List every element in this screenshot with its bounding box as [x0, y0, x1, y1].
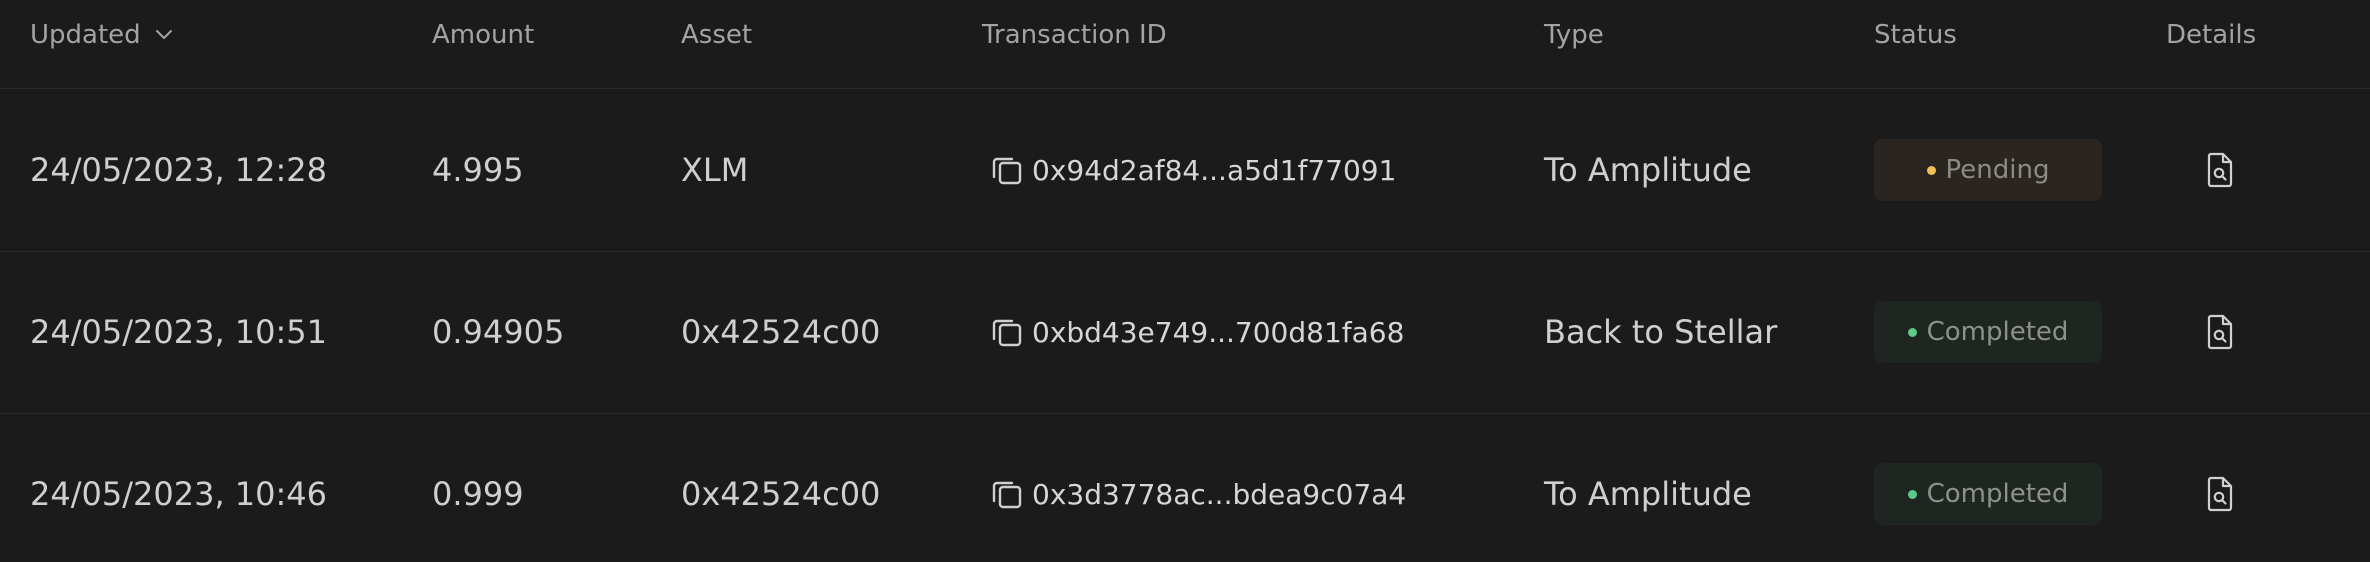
- document-search-icon[interactable]: [2200, 474, 2240, 514]
- transactions-table: Updated Amount Asset Transaction ID Type…: [0, 0, 2370, 562]
- status-dot: [1907, 489, 1917, 499]
- type-cell: To Amplitude: [1544, 151, 1752, 189]
- copy-icon[interactable]: [990, 315, 1024, 349]
- updated-cell: 24/05/2023, 10:46: [30, 475, 327, 513]
- status-dot: [1926, 165, 1936, 175]
- amount-cell: 0.999: [432, 475, 524, 513]
- copy-icon[interactable]: [990, 477, 1024, 511]
- details-cell: [2200, 251, 2240, 413]
- status-badge: Completed: [1874, 301, 2102, 363]
- status-cell: Pending: [1874, 89, 2102, 251]
- column-header-type: Type: [1544, 20, 1604, 50]
- amount-cell: 4.995: [432, 151, 524, 189]
- updated-cell: 24/05/2023, 10:51: [30, 313, 327, 351]
- type-cell: Back to Stellar: [1544, 313, 1778, 351]
- asset-cell: XLM: [681, 151, 749, 189]
- status-label: Completed: [1926, 317, 2069, 347]
- transaction-id-text[interactable]: 0xbd43e749...700d81fa68: [1032, 316, 1404, 349]
- status-label: Completed: [1926, 479, 2069, 509]
- chevron-down-icon[interactable]: [155, 29, 173, 41]
- status-label: Pending: [1945, 155, 2050, 185]
- table-row: 24/05/2023, 10:51 0.94905 0x42524c00 0xb…: [0, 251, 2370, 414]
- transaction-id-text[interactable]: 0x3d3778ac...bdea9c07a4: [1032, 478, 1406, 511]
- transaction-id-cell: 0xbd43e749...700d81fa68: [982, 251, 1404, 413]
- amount-cell: 0.94905: [432, 313, 565, 351]
- column-header-amount: Amount: [432, 20, 535, 50]
- asset-cell: 0x42524c00: [681, 313, 881, 351]
- transaction-id-text[interactable]: 0x94d2af84...a5d1f77091: [1032, 154, 1396, 187]
- details-cell: [2200, 89, 2240, 251]
- type-cell: To Amplitude: [1544, 475, 1752, 513]
- status-cell: Completed: [1874, 413, 2102, 562]
- column-header-transaction-id: Transaction ID: [982, 20, 1167, 50]
- table-row: 24/05/2023, 10:46 0.999 0x42524c00 0x3d3…: [0, 413, 2370, 562]
- asset-cell: 0x42524c00: [681, 475, 881, 513]
- status-badge: Completed: [1874, 463, 2102, 525]
- column-header-status: Status: [1874, 20, 1957, 50]
- document-search-icon[interactable]: [2200, 150, 2240, 190]
- details-cell: [2200, 413, 2240, 562]
- updated-cell: 24/05/2023, 12:28: [30, 151, 327, 189]
- column-header-details: Details: [2166, 20, 2257, 50]
- status-badge: Pending: [1874, 139, 2102, 201]
- table-row: 24/05/2023, 12:28 4.995 XLM 0x94d2af84..…: [0, 89, 2370, 252]
- transaction-id-cell: 0x3d3778ac...bdea9c07a4: [982, 413, 1406, 562]
- column-header-updated-label: Updated: [30, 20, 141, 50]
- transaction-id-cell: 0x94d2af84...a5d1f77091: [982, 89, 1396, 251]
- column-header-updated[interactable]: Updated: [30, 20, 173, 50]
- document-search-icon[interactable]: [2200, 312, 2240, 352]
- status-cell: Completed: [1874, 251, 2102, 413]
- table-header: Updated Amount Asset Transaction ID Type…: [0, 0, 2370, 89]
- status-dot: [1907, 327, 1917, 337]
- copy-icon[interactable]: [990, 153, 1024, 187]
- column-header-asset: Asset: [681, 20, 753, 50]
